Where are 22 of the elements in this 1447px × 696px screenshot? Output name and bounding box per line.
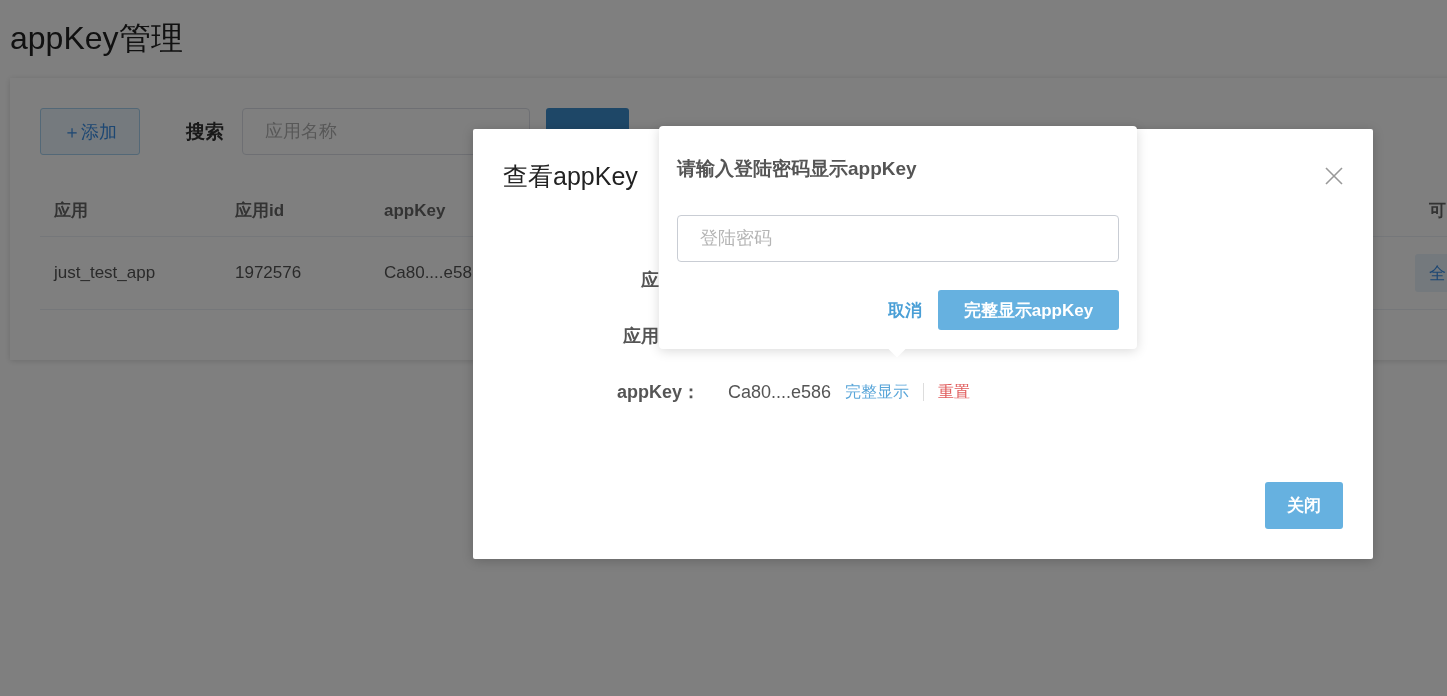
table-cell: 1972576 bbox=[221, 237, 370, 310]
cancel-button[interactable]: 取消 bbox=[888, 298, 922, 322]
reset-link[interactable]: 重置 bbox=[938, 381, 971, 403]
add-button[interactable]: ＋添加 bbox=[40, 108, 140, 155]
field-label: 应 bbox=[640, 269, 660, 292]
column-header: 可 bbox=[1415, 185, 1447, 237]
page-title: appKey管理 bbox=[9, 19, 184, 58]
column-header: 应用 bbox=[40, 185, 221, 237]
field-value: Ca80....e586 bbox=[728, 381, 832, 403]
field-label: 应用 bbox=[622, 325, 660, 348]
dialog-title: 查看appKey bbox=[503, 160, 638, 192]
field-label: appKey： bbox=[615, 381, 700, 404]
column-header: 应用id bbox=[221, 185, 370, 237]
show-link[interactable]: 完整显示 bbox=[845, 381, 910, 403]
table-cell: just_test_app bbox=[40, 237, 221, 310]
close-icon[interactable] bbox=[1325, 167, 1343, 185]
popover-title: 请输入登陆密码显示appKey bbox=[677, 157, 918, 181]
password-field[interactable]: 登陆密码 bbox=[677, 215, 1119, 262]
search-label: 搜索 bbox=[186, 119, 224, 144]
close-button[interactable]: 关闭 bbox=[1265, 482, 1343, 529]
row-action-button[interactable]: 全 bbox=[1415, 254, 1447, 292]
confirm-button[interactable]: 完整显示appKey bbox=[938, 290, 1119, 330]
